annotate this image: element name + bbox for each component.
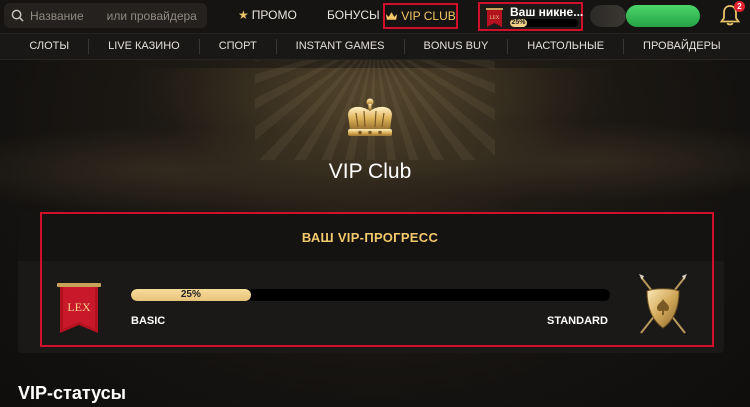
vip-progress-fill: 25% bbox=[131, 289, 251, 301]
profile-progress-fill: 25% bbox=[510, 19, 527, 27]
shield-icon bbox=[639, 274, 687, 334]
nav-item-sport[interactable]: СПОРТ bbox=[200, 39, 277, 54]
vip-club-link[interactable]: VIP CLUB bbox=[383, 3, 458, 29]
bonuses-label: БОНУСЫ bbox=[327, 8, 380, 22]
profile-nickname: Ваш никне... bbox=[510, 5, 584, 19]
nav-item-slots[interactable]: СЛОТЫ bbox=[10, 39, 90, 54]
banner-icon: LEX bbox=[57, 283, 101, 333]
nav-item-providers[interactable]: ПРОВАЙДЕРЫ bbox=[624, 39, 740, 54]
vip-club-label: VIP CLUB bbox=[401, 9, 456, 23]
crown-icon bbox=[386, 12, 398, 20]
lex-badge-text: LEX bbox=[67, 300, 91, 314]
profile-progress-bar: 25% bbox=[510, 19, 578, 27]
vip-progress-title: ВАШ VIP-ПРОГРЕСС bbox=[301, 230, 439, 245]
search-icon bbox=[11, 9, 24, 22]
category-nav: СЛОТЫ LIVE КАЗИНО СПОРТ INSTANT GAMES BO… bbox=[0, 33, 750, 60]
promo-link[interactable]: ★ ПРОМО bbox=[238, 7, 297, 23]
nav-item-instant-games[interactable]: INSTANT GAMES bbox=[277, 39, 405, 54]
bonuses-link[interactable]: БОНУСЫ bbox=[327, 7, 380, 23]
search-placeholder-provider: или провайдера bbox=[106, 8, 197, 23]
balance-button[interactable] bbox=[590, 5, 626, 27]
nav-item-live-casino[interactable]: LIVE КАЗИНО bbox=[89, 39, 200, 54]
crown-icon bbox=[348, 98, 392, 136]
vip-progress-bar: 25% bbox=[131, 289, 610, 301]
deposit-button[interactable] bbox=[626, 5, 700, 27]
current-level-label: BASIC bbox=[131, 315, 166, 327]
nav-item-table-games[interactable]: НАСТОЛЬНЫЕ bbox=[508, 39, 625, 54]
vip-statuses-title: VIP-статусы bbox=[18, 383, 127, 403]
top-bar: Название или провайдера ★ ПРОМО БОНУСЫ V… bbox=[0, 0, 750, 33]
page-title: VIP Club bbox=[328, 160, 412, 183]
notification-badge: 2 bbox=[734, 1, 745, 12]
nav-item-bonus-buy[interactable]: BONUS BUY bbox=[405, 39, 509, 54]
profile-widget[interactable]: LEX Ваш никне... 25% bbox=[478, 2, 583, 31]
promo-label: ПРОМО bbox=[251, 8, 297, 22]
svg-text:LEX: LEX bbox=[490, 16, 500, 21]
search-input[interactable]: Название или провайдера bbox=[4, 3, 207, 28]
banner-icon: LEX bbox=[486, 8, 503, 27]
star-icon: ★ bbox=[238, 8, 249, 22]
search-placeholder-name: Название bbox=[30, 8, 84, 23]
next-level-label: STANDARD bbox=[547, 315, 608, 327]
